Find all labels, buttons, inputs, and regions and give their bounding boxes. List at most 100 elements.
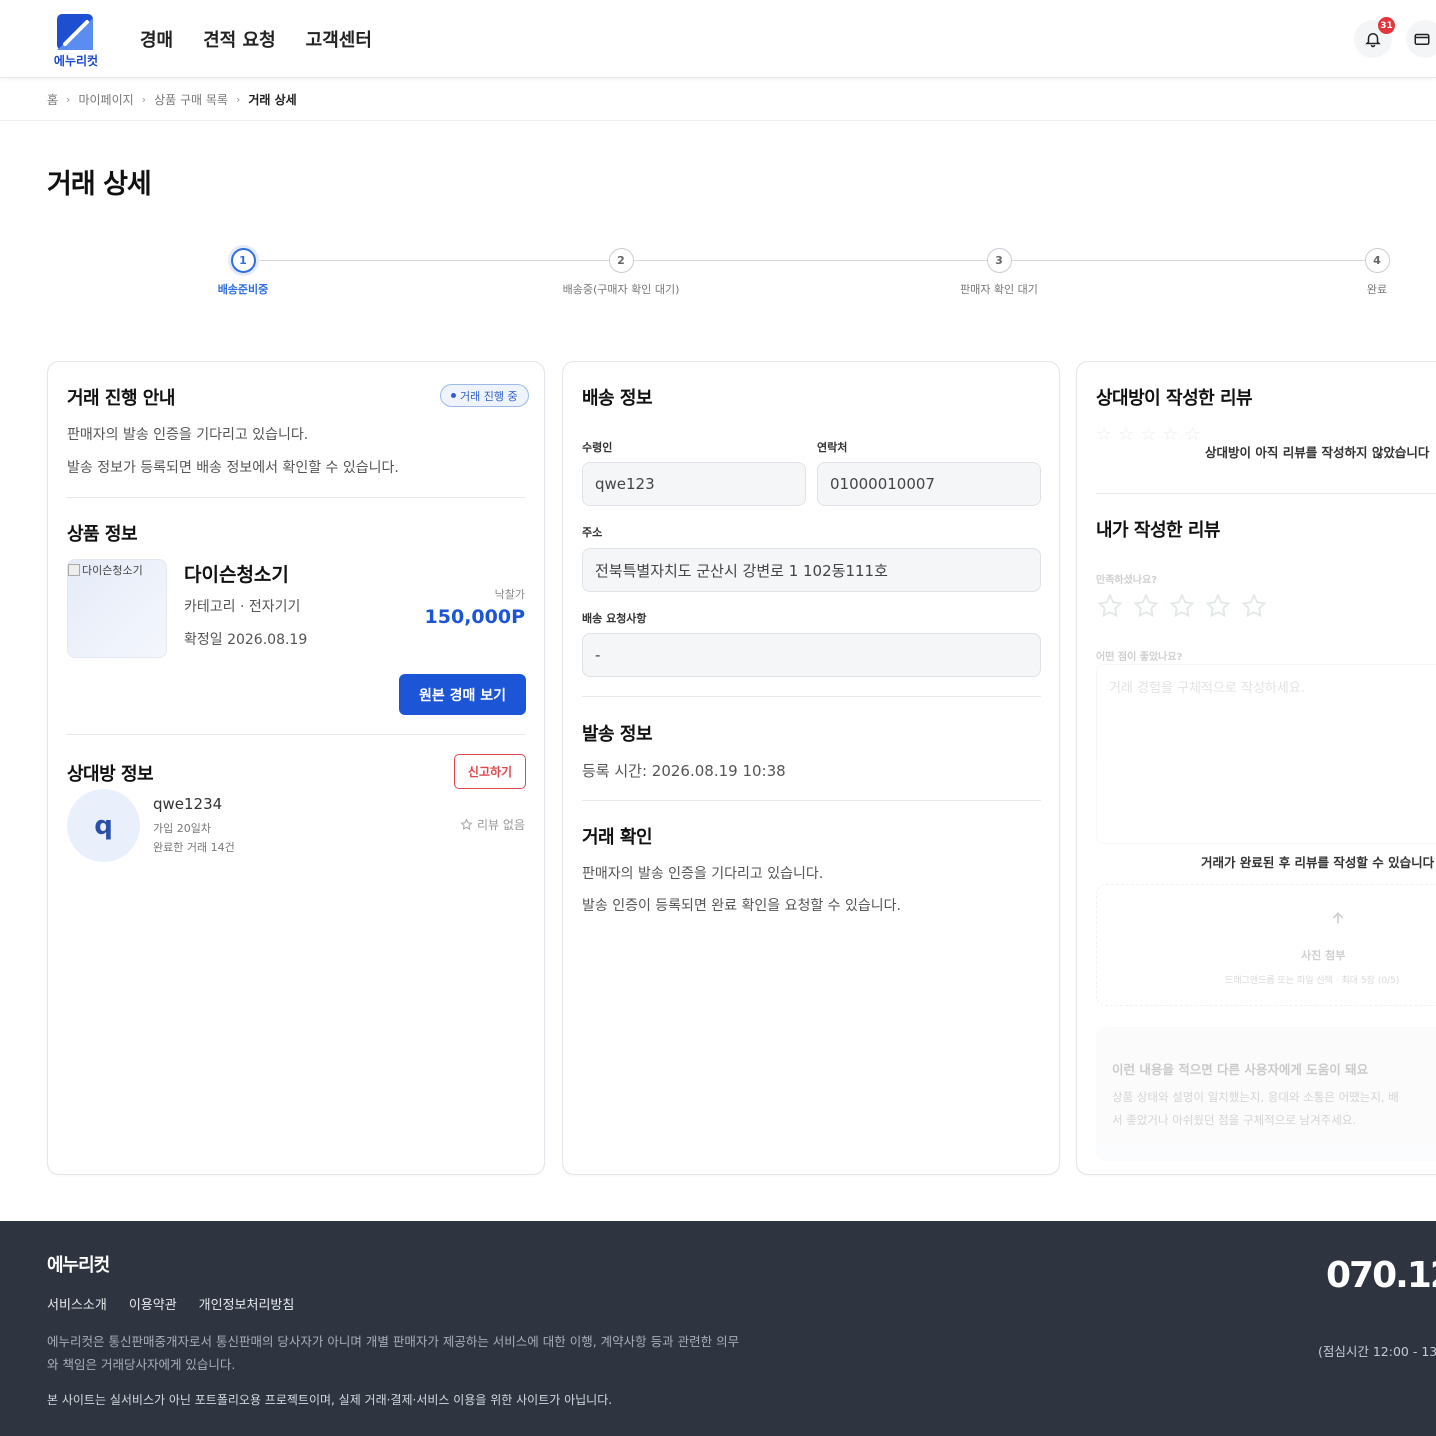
- rating-stars[interactable]: [1096, 592, 1268, 620]
- review-status: 리뷰 없음: [460, 816, 525, 833]
- winning-price: 150,000P: [424, 606, 525, 628]
- request-field: -: [582, 633, 1041, 677]
- other-review-stars: ☆ ☆ ☆ ☆ ☆: [1096, 424, 1201, 445]
- report-button[interactable]: 신고하기: [454, 754, 526, 789]
- star-icon: ☆: [1162, 424, 1179, 445]
- divider: [582, 800, 1041, 801]
- footer-link-about[interactable]: 서비스소개: [47, 1294, 107, 1313]
- product-name: 다이슨청소기: [184, 564, 289, 586]
- address-label: 주소: [582, 526, 603, 539]
- address-field: 전북특별자치도 군산시 강변로 1 102동111호: [582, 548, 1041, 592]
- footer-hours: (점심시간 12:00 - 13:0: [1318, 1344, 1436, 1359]
- photo-upload-dropzone[interactable]: 사진 첨부 드래그앤드롭 또는 파일 선택 · 최대 5장 (0/5): [1096, 884, 1436, 1006]
- review-tip-box: 이런 내용을 적으면 다른 사용자에게 도움이 돼요 상품 상태와 설명이 일치…: [1096, 1027, 1436, 1161]
- footer: 에누리컷 서비스소개 이용약관 개인정보처리방침 에누리컷은 통신판매중개자로서…: [0, 1221, 1436, 1436]
- footer-portfolio-note: 본 사이트는 실서비스가 아닌 포트폴리오용 프로젝트이며, 실제 거래·결제·…: [47, 1393, 613, 1407]
- dot-icon: [451, 393, 456, 398]
- chevron-right-icon: ›: [66, 93, 71, 106]
- step-number: 4: [1364, 248, 1390, 273]
- price-label: 낙찰가: [494, 588, 525, 601]
- chevron-right-icon: ›: [235, 93, 241, 106]
- star-icon[interactable]: [1168, 592, 1196, 620]
- step-preparing: 1 배송준비중: [143, 248, 343, 297]
- wallet-icon: [1414, 33, 1430, 45]
- footer-link-privacy[interactable]: 개인정보처리방침: [199, 1294, 295, 1313]
- wallet-button[interactable]: [1406, 20, 1436, 58]
- counterpart-section-title: 상대방 정보: [67, 764, 154, 785]
- nav-quote-request[interactable]: 견적 요청: [203, 26, 276, 52]
- counterpart-completed-trades: 완료한 거래 14건: [153, 841, 235, 854]
- progress-track: [243, 260, 1377, 261]
- guide-line-2: 발송 정보가 등록되면 배송 정보에서 확인할 수 있습니다.: [67, 460, 399, 476]
- footer-links: 서비스소개 이용약관 개인정보처리방침: [47, 1294, 294, 1313]
- logo-text: 에누리컷: [53, 54, 99, 68]
- nav-auction[interactable]: 경매: [140, 26, 173, 52]
- divider: [67, 734, 526, 735]
- footer-logo: 에누리컷: [47, 1255, 110, 1276]
- divider: [67, 497, 526, 498]
- footer-link-terms[interactable]: 이용약관: [129, 1294, 177, 1313]
- upload-arrow-icon: [1332, 912, 1344, 924]
- transaction-guide-card: 거래 진행 안내 거래 진행 중 판매자의 발송 인증을 기다리고 있습니다. …: [47, 361, 545, 1175]
- breadcrumb-home[interactable]: 홈: [47, 91, 58, 108]
- tip-title: 이런 내용을 적으면 다른 사용자에게 도움이 돼요: [1112, 1062, 1369, 1077]
- other-review-empty: 상대방이 아직 리뷰를 작성하지 않았습니다: [1205, 445, 1430, 460]
- main-nav: 경매 견적 요청 고객센터: [140, 26, 372, 52]
- step-shipping: 2 배송중(구매자 확인 대기): [521, 248, 721, 297]
- review-status-label: 리뷰 없음: [477, 818, 525, 832]
- recipient-label: 수령인: [582, 441, 613, 454]
- logo-icon: [57, 14, 93, 50]
- product-image-alt: 다이슨청소기: [82, 564, 143, 577]
- star-icon[interactable]: [1132, 592, 1160, 620]
- view-original-auction-button[interactable]: 원본 경매 보기: [399, 674, 526, 715]
- avatar: q: [67, 789, 140, 862]
- dispatch-title: 발송 정보: [582, 724, 653, 745]
- star-icon[interactable]: [1240, 592, 1268, 620]
- satisfaction-question: 만족하셨나요?: [1096, 575, 1158, 586]
- star-icon: ☆: [1118, 424, 1135, 445]
- tip-line-2: 서 좋았거나 아쉬웠던 점을 구체적으로 남겨주세요.: [1112, 1113, 1357, 1127]
- step-label: 배송중(구매자 확인 대기): [562, 283, 680, 296]
- other-review-title: 상대방이 작성한 리뷰: [1096, 388, 1253, 409]
- breadcrumb-purchase-list[interactable]: 상품 구매 목록: [154, 91, 228, 108]
- footer-phone: 070.12: [1326, 1255, 1436, 1296]
- guide-line-1: 판매자의 발송 인증을 기다리고 있습니다.: [67, 427, 309, 443]
- my-review-title: 내가 작성한 리뷰: [1096, 520, 1220, 541]
- guide-title: 거래 진행 안내: [67, 388, 175, 409]
- review-locked-notice: 거래가 완료된 후 리뷰를 작성할 수 있습니다: [1201, 855, 1435, 870]
- star-icon: ☆: [1140, 424, 1157, 445]
- status-badge-label: 거래 진행 중: [460, 389, 518, 403]
- shipping-info-card: 배송 정보 수령인 연락처 qwe123 01000010007 주소 전북특별…: [562, 361, 1060, 1175]
- star-icon[interactable]: [1096, 592, 1124, 620]
- bell-icon: [1365, 33, 1381, 48]
- phone-label: 연락처: [817, 441, 848, 454]
- product-category: 카테고리 · 전자기기: [184, 599, 301, 615]
- star-icon[interactable]: [1204, 592, 1232, 620]
- chevron-right-icon: ›: [141, 93, 147, 106]
- page-title: 거래 상세: [47, 169, 152, 200]
- divider: [1096, 493, 1436, 494]
- status-badge: 거래 진행 중: [440, 384, 529, 407]
- breadcrumb-mypage[interactable]: 마이페이지: [78, 91, 133, 108]
- step-number: 3: [986, 248, 1012, 273]
- product-thumbnail[interactable]: 다이슨청소기: [67, 559, 167, 658]
- upload-label: 사진 첨부: [1301, 949, 1346, 962]
- star-icon: ☆: [1184, 424, 1201, 445]
- step-number: 2: [608, 248, 634, 273]
- logo[interactable]: 에누리컷: [48, 12, 104, 68]
- review-textarea[interactable]: 거래 경험을 구체적으로 작성하세요.: [1096, 664, 1436, 844]
- upload-hint: 드래그앤드롭 또는 파일 선택 · 최대 5장 (0/5): [1225, 976, 1400, 986]
- reviews-card: 상대방이 작성한 리뷰 ☆ ☆ ☆ ☆ ☆ 상대방이 아직 리뷰를 작성하지 않…: [1076, 361, 1436, 1175]
- product-section-title: 상품 정보: [67, 524, 138, 545]
- tip-line-1: 상품 상태와 설명이 일치했는지, 응대와 소통은 어땠는지, 배: [1112, 1090, 1399, 1104]
- nav-customer-center[interactable]: 고객센터: [306, 26, 372, 52]
- request-label: 배송 요청사항: [582, 612, 647, 625]
- shipping-title: 배송 정보: [582, 388, 653, 409]
- step-label: 판매자 확인 대기: [960, 283, 1038, 296]
- counterpart-username: qwe1234: [153, 795, 223, 813]
- confirm-line-1: 판매자의 발송 인증을 기다리고 있습니다.: [582, 866, 824, 882]
- step-seller-confirm: 3 판매자 확인 대기: [899, 248, 1099, 297]
- step-label: 완료: [1366, 283, 1388, 296]
- dispatch-registered-time: 등록 시간: 2026.08.19 10:38: [582, 762, 786, 780]
- divider: [582, 696, 1041, 697]
